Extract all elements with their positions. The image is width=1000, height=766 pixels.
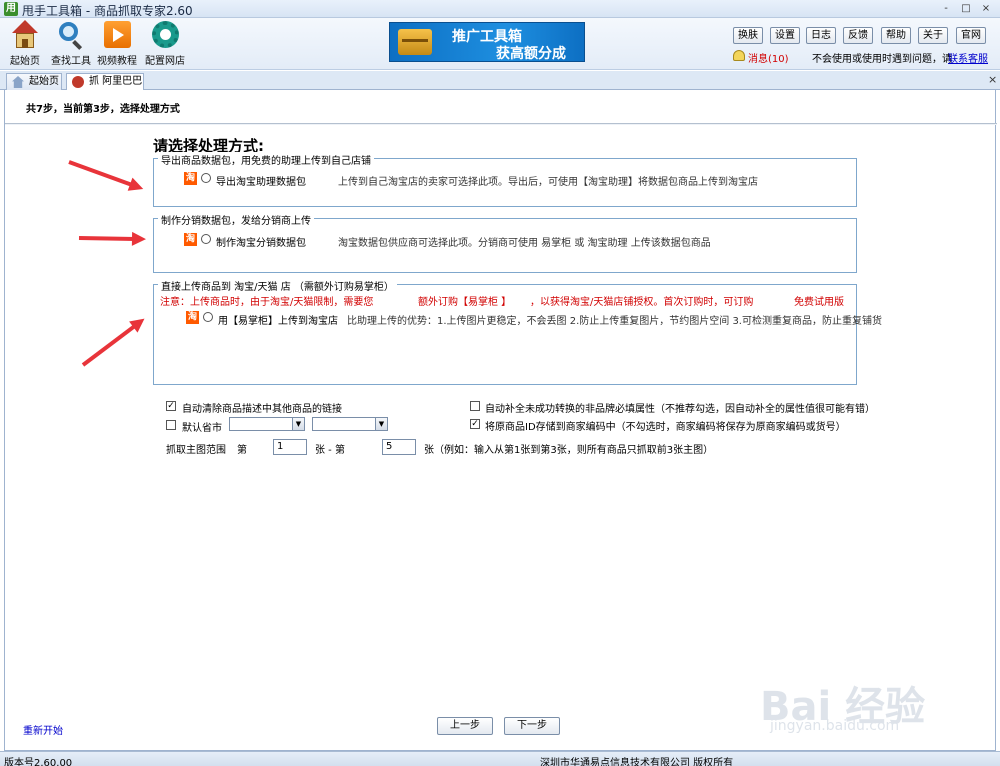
message-count[interactable]: 消息(10) <box>748 50 789 65</box>
save-item-id-checkbox[interactable]: ✓ <box>470 419 480 429</box>
export-assistant-radio[interactable] <box>201 173 211 183</box>
arrow-annotation <box>81 322 139 367</box>
taobao-icon: 淘 <box>184 233 197 246</box>
arrow-annotation <box>68 160 136 188</box>
home-icon <box>10 20 40 50</box>
image-range-from-input[interactable]: 1 <box>273 439 307 455</box>
arrow-annotation <box>78 236 138 242</box>
gear-icon <box>150 20 180 50</box>
website-button[interactable]: 官网 <box>956 27 986 44</box>
settings-button[interactable]: 设置 <box>770 27 800 44</box>
taobao-icon: 淘 <box>184 172 197 185</box>
distribution-package-label[interactable]: 制作淘宝分销数据包 <box>216 234 306 249</box>
baidu-watermark: Bai 经验 jingyan.baidu.com <box>760 660 960 740</box>
skin-button[interactable]: 换肤 <box>733 27 763 44</box>
help-text: 不会使用或使用时遇到问题，请 <box>812 54 952 65</box>
upload-notice-rest: ，以获得淘宝/天猫店铺授权。首次订购时，可订购 <box>530 297 754 308</box>
close-tab-icon[interactable]: × <box>988 73 997 86</box>
contact-support-link[interactable]: 联系客服 <box>948 50 988 65</box>
group-legend: 制作分销数据包，发给分销商上传 <box>158 212 314 227</box>
distribution-package-description: 淘宝数据包供应商可选择此项。分销商可使用 易掌柜 或 淘宝助理 上传该数据包商品 <box>338 238 711 249</box>
log-button[interactable]: 日志 <box>806 27 836 44</box>
group-legend: 导出商品数据包，用免费的助理上传到自己店铺 <box>158 152 374 167</box>
restart-link[interactable]: 重新开始 <box>23 722 63 737</box>
maximize-button[interactable]: □ <box>958 2 974 16</box>
window-title: 甩手工具箱 - 商品抓取专家2.60 <box>22 4 193 18</box>
prev-step-button[interactable]: 上一步 <box>437 717 493 735</box>
step-divider <box>5 123 997 125</box>
home-icon <box>12 76 24 88</box>
search-icon <box>56 20 86 50</box>
configure-shop-tool[interactable]: 配置网店 <box>142 20 188 68</box>
main-content: 共7步，当前第3步，选择处理方式 请选择处理方式: 导出商品数据包，用免费的助理… <box>4 90 997 751</box>
distribution-package-radio[interactable] <box>201 234 211 244</box>
group-legend: 直接上传商品到 淘宝/天猫 店 （需额外订购易掌柜） <box>158 278 397 293</box>
group-export-assistant: 导出商品数据包，用免费的助理上传到自己店铺 淘 导出淘宝助理数据包 上传到自己淘… <box>153 152 857 207</box>
feedback-button[interactable]: 反馈 <box>843 27 873 44</box>
auto-clear-links-checkbox[interactable]: ✓ <box>166 401 176 411</box>
video-tutorial-label: 视频教程 <box>97 56 137 67</box>
chevron-down-icon[interactable]: ▼ <box>292 418 304 430</box>
find-tools-tool[interactable]: 查找工具 <box>48 20 94 68</box>
version-text: 版本号2.60.00 <box>4 758 73 766</box>
minimize-button[interactable]: - <box>938 2 954 16</box>
direct-upload-label[interactable]: 用【易掌柜】上传到淘宝店 <box>218 312 338 327</box>
default-province-checkbox[interactable] <box>166 420 176 430</box>
next-step-button[interactable]: 下一步 <box>504 717 560 735</box>
free-trial-link[interactable]: 免费试用版 <box>794 293 844 308</box>
chevron-down-icon[interactable]: ▼ <box>375 418 387 430</box>
direct-upload-radio[interactable] <box>203 312 213 322</box>
image-range-from-unit: 张 - 第 <box>315 445 345 456</box>
copyright-text: 深圳市华通易点信息技术有限公司 版权所有 <box>540 758 734 766</box>
close-button[interactable]: × <box>978 2 994 16</box>
image-range-to-unit: 张（例如：输入从第1张到第3张，则所有商品只抓取前3张主图） <box>424 445 714 456</box>
upload-notice: 注意：上传商品时，由于淘宝/天猫限制，需要您 <box>160 297 374 308</box>
tab-label: 起始页 <box>29 76 59 87</box>
image-range-label: 抓取主图范围 <box>166 445 226 456</box>
treasure-chest-icon <box>398 29 432 55</box>
group-distribution-package: 制作分销数据包，发给分销商上传 淘 制作淘宝分销数据包 淘宝数据包供应商可选择此… <box>153 212 857 273</box>
direct-upload-description: 比助理上传的优势：1.上传图片更稳定，不会丢图 2.防止上传重复图片，节约图片空… <box>347 316 882 327</box>
start-page-label: 起始页 <box>10 56 40 67</box>
city-select[interactable]: ▼ <box>312 417 388 431</box>
group-direct-upload: 直接上传商品到 淘宝/天猫 店 （需额外订购易掌柜） 注意：上传商品时，由于淘宝… <box>153 278 882 385</box>
start-page-tool[interactable]: 起始页 <box>2 20 48 68</box>
auto-fill-brand-label: 自动补全未成功转换的非品牌必填属性（不推荐勾选，因自动补全的属性值很可能有错） <box>485 404 875 415</box>
tab-bar: 起始页 抓 阿里巴巴 <box>0 71 1000 91</box>
toolbar: 起始页 查找工具 视频教程 配置网店 推广工具箱 获高额分成 换肤 设置 日志 … <box>0 18 1000 70</box>
order-yizhanggui-link[interactable]: 额外订购【易掌柜 】 <box>418 293 511 308</box>
export-assistant-description: 上传到自己淘宝店的卖家可选择此项。导出后，可使用【淘宝助理】将数据包商品上传到淘… <box>338 177 758 188</box>
tab-start-page[interactable]: 起始页 <box>6 73 62 90</box>
watermark-url: jingyan.baidu.com <box>770 718 900 734</box>
find-tools-label: 查找工具 <box>51 56 91 67</box>
help-button[interactable]: 帮助 <box>881 27 911 44</box>
title-bar: 用 甩手工具箱 - 商品抓取专家2.60 - □ × <box>0 0 1000 18</box>
save-item-id-label: 将原商品ID存储到商家编码中（不勾选时，商家编码将保存为原商家编码或货号） <box>485 422 846 433</box>
auto-fill-brand-checkbox[interactable] <box>470 401 480 411</box>
tab-label: 抓 阿里巴巴 <box>89 76 143 87</box>
configure-shop-label: 配置网店 <box>145 56 185 67</box>
export-assistant-label[interactable]: 导出淘宝助理数据包 <box>216 173 306 188</box>
promo-banner[interactable]: 推广工具箱 获高额分成 <box>389 22 585 62</box>
province-select[interactable]: ▼ <box>229 417 305 431</box>
step-title: 共7步，当前第3步，选择处理方式 <box>26 104 180 115</box>
banner-line2: 获高额分成 <box>496 46 566 62</box>
taobao-icon: 淘 <box>186 311 199 324</box>
auto-clear-links-label: 自动清除商品描述中其他商品的链接 <box>182 404 342 415</box>
about-button[interactable]: 关于 <box>918 27 948 44</box>
video-tutorial-tool[interactable]: 视频教程 <box>94 20 140 68</box>
play-icon <box>102 20 132 50</box>
default-province-label: 默认省市 <box>182 423 222 434</box>
alibaba-icon <box>72 76 84 88</box>
image-range-to-input[interactable]: 5 <box>382 439 416 455</box>
status-bar: 版本号2.60.00 深圳市华通易点信息技术有限公司 版权所有 <box>0 751 1000 766</box>
tab-alibaba[interactable]: 抓 阿里巴巴 <box>66 73 144 91</box>
app-icon: 用 <box>4 2 18 16</box>
image-range-from-prefix: 第 <box>237 445 247 456</box>
message-icon[interactable] <box>733 50 745 61</box>
